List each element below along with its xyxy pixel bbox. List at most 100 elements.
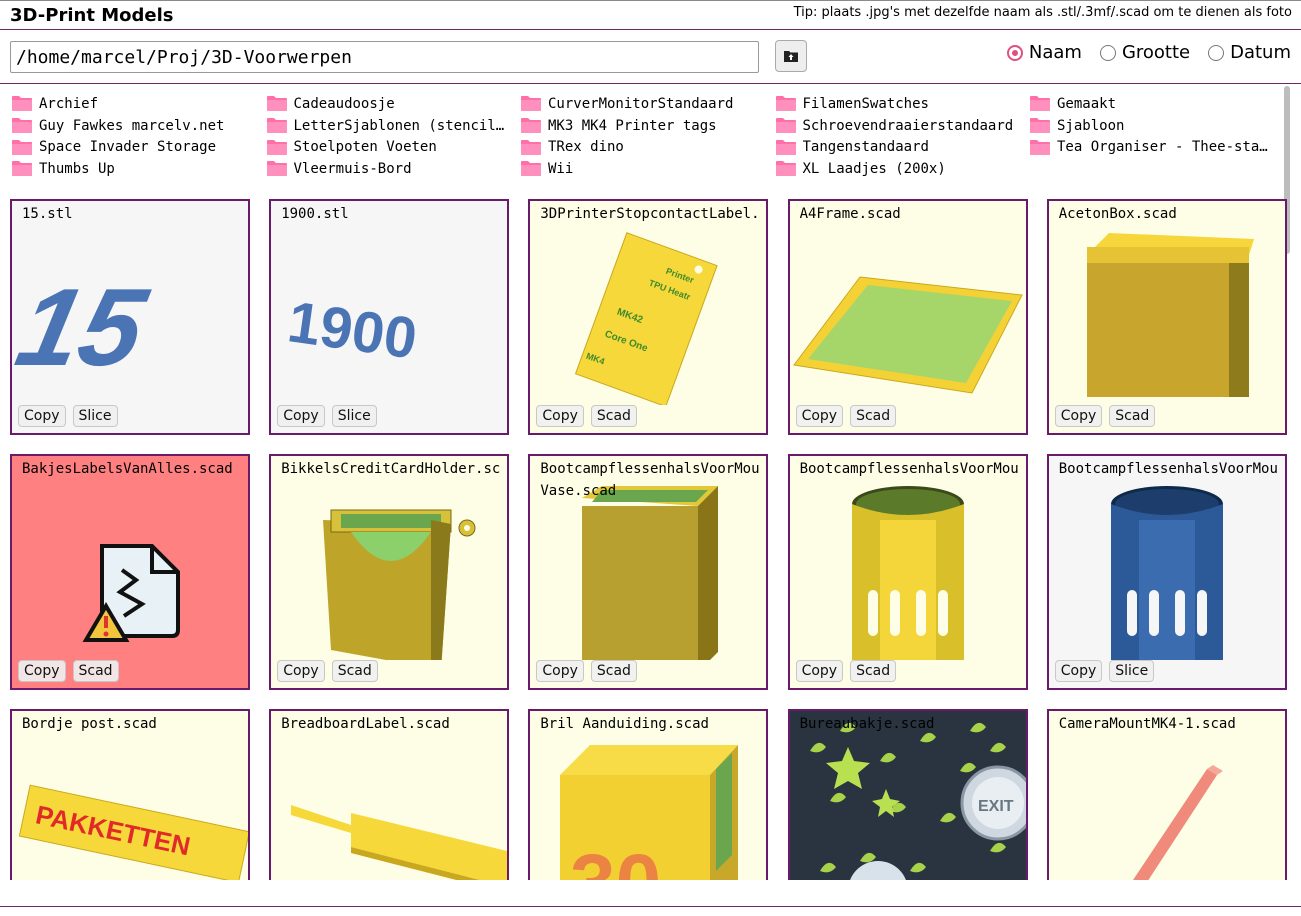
model-card[interactable]: AcetonBox.scad Copy Scad — [1046, 199, 1287, 435]
folder-item[interactable]: CurverMonitorStandaard — [520, 93, 775, 115]
scad-button[interactable]: Scad — [850, 660, 897, 682]
model-card[interactable]: BreadboardLabel.scadCopyScad — [269, 709, 510, 880]
model-filename: AcetonBox.scad — [1058, 206, 1177, 222]
folder-item[interactable]: Schroevendraaierstandaard — [775, 115, 1030, 137]
radio-dot — [1099, 44, 1116, 61]
copy-button[interactable]: Copy — [18, 660, 66, 682]
copy-button[interactable]: Copy — [277, 660, 325, 682]
open-folder-button[interactable] — [775, 40, 807, 72]
model-thumbnail — [790, 480, 1026, 670]
card-actions: Copy Scad — [795, 660, 897, 682]
radio-dot — [1006, 44, 1023, 61]
model-card[interactable]: BikkelsCreditCardHolder.sc Copy Scad — [269, 454, 510, 690]
path-input[interactable] — [10, 41, 759, 73]
model-card[interactable]: BootcampflessenhalsVoorMouVase.scad Copy S… — [528, 454, 769, 690]
folder-item[interactable]: Cadeaudoosje — [266, 93, 521, 115]
folder-item[interactable]: XL Laadjes (200x) — [775, 158, 1030, 180]
card-actions: Copy Scad — [277, 660, 378, 682]
model-thumbnail: 30 — [530, 735, 766, 880]
scad-button[interactable]: Scad — [1109, 405, 1156, 427]
folder-name: Archief — [39, 95, 99, 112]
sort-by-date-radio[interactable]: Datum — [1208, 42, 1291, 63]
model-card[interactable]: 30Bril Aanduiding.scadCopyScad — [528, 709, 769, 880]
scad-button[interactable]: Scad — [72, 660, 119, 682]
model-filename: BikkelsCreditCardHolder.sc — [281, 461, 501, 477]
copy-button[interactable]: Copy — [536, 405, 584, 427]
folder-item[interactable]: Space Invader Storage — [11, 136, 266, 158]
model-thumbnail — [1049, 225, 1285, 405]
model-filename: Bordje post.scad — [22, 716, 157, 732]
model-thumbnail — [1049, 735, 1285, 880]
slice-button[interactable]: Slice — [1109, 660, 1155, 682]
copy-button[interactable]: Copy — [795, 405, 844, 427]
model-thumbnail: 15 — [12, 225, 248, 405]
folder-icon — [266, 139, 287, 155]
model-filename: 1900.stl — [281, 206, 349, 222]
model-thumbnail: PAKKETTEN — [12, 735, 248, 880]
model-filename: BootcampflessenhalsVoorMouVase.scad — [540, 461, 760, 499]
model-card[interactable]: A4Frame.scad Copy Scad — [787, 199, 1028, 435]
scad-button[interactable]: Scad — [590, 660, 637, 682]
slice-button[interactable]: Slice — [72, 405, 118, 427]
folder-item[interactable]: Gemaakt — [1029, 93, 1284, 115]
svg-text:EXIT: EXIT — [978, 798, 1014, 815]
folder-name: Stoelpoten Voeten — [293, 139, 437, 156]
sort-by-name-radio[interactable]: Naam — [1006, 42, 1082, 63]
sort-by-size-radio[interactable]: Grootte — [1099, 42, 1190, 63]
folder-item[interactable]: TRex dino — [520, 136, 775, 158]
folder-item[interactable]: FilamenSwatches — [775, 93, 1030, 115]
model-thumbnail — [1049, 480, 1285, 670]
model-card[interactable]: PAKKETTENBordje post.scadCopyScad — [10, 709, 250, 880]
folder-icon — [1030, 118, 1050, 134]
copy-button[interactable]: Copy — [277, 405, 325, 427]
folder-item[interactable]: Vleermuis-Bord — [266, 158, 521, 180]
folder-icon — [521, 118, 541, 134]
folder-item[interactable]: Tangenstandaard — [775, 136, 1030, 158]
model-filename: A4Frame.scad — [799, 206, 901, 222]
model-card[interactable]: BakjesLabelsVanAlles.scad Copy Scad — [10, 454, 250, 690]
model-thumbnail: EXIT — [789, 711, 1026, 880]
slice-button[interactable]: Slice — [331, 405, 377, 427]
folder-icon — [12, 139, 32, 155]
folder-item[interactable]: MK3 MK4 Printer tags — [520, 115, 775, 137]
folder-name: Gemaakt — [1057, 95, 1117, 112]
copy-button[interactable]: Copy — [795, 660, 844, 682]
scad-button[interactable]: Scad — [590, 405, 637, 427]
model-filename: 3DPrinterStopcontactLabel. — [540, 206, 760, 222]
folder-name: Guy Fawkes marcelv.net — [39, 117, 225, 134]
copy-button[interactable]: Copy — [18, 405, 66, 427]
folder-item[interactable]: Archief — [11, 93, 266, 115]
copy-button[interactable]: Copy — [536, 660, 584, 682]
folder-item[interactable]: Guy Fawkes marcelv.net — [11, 115, 266, 137]
folder-icon — [1030, 96, 1050, 112]
model-card[interactable]: EXITBureaubakje.scadCopyScad — [787, 709, 1028, 880]
scad-button[interactable]: Scad — [850, 405, 897, 427]
copy-button[interactable]: Copy — [1054, 405, 1103, 427]
model-filename: CameraMountMK4-1.scad — [1058, 716, 1236, 732]
copy-button[interactable]: Copy — [1054, 660, 1103, 682]
model-filename: BreadboardLabel.scad — [281, 716, 450, 732]
folder-icon — [521, 96, 541, 112]
folder-item[interactable]: Tea Organiser - Thee-sta… — [1029, 136, 1284, 158]
sort-label: Datum — [1230, 42, 1291, 63]
model-grid: 15 15.stl Copy Slice 1900 1900.stl Copy Slice Pr… — [10, 199, 1287, 880]
folder-item[interactable]: LetterSjablonen (stencil… — [266, 115, 521, 137]
model-card[interactable]: BootcampflessenhalsVoorMou Copy Scad — [787, 454, 1028, 690]
folder-icon — [12, 118, 32, 134]
model-card[interactable]: 15 15.stl Copy Slice — [10, 199, 250, 435]
model-card[interactable]: CameraMountMK4-1.scadCopyScad — [1046, 709, 1287, 880]
folder-icon — [266, 96, 287, 112]
card-actions: Copy Scad — [536, 660, 637, 682]
scad-button[interactable]: Scad — [331, 660, 378, 682]
model-card[interactable]: Printer TPU Heatr MK42 Core One MK4 3DPrinter… — [528, 199, 769, 435]
folder-item[interactable]: Wii — [520, 158, 775, 180]
folder-item[interactable]: Stoelpoten Voeten — [266, 136, 521, 158]
folder-icon — [521, 139, 541, 155]
folder-icon — [775, 118, 796, 134]
model-thumbnail — [790, 225, 1026, 405]
model-filename: 15.stl — [22, 206, 73, 222]
model-card[interactable]: 1900 1900.stl Copy Slice — [269, 199, 510, 435]
folder-item[interactable]: Thumbs Up — [11, 158, 266, 180]
folder-item[interactable]: Sjabloon — [1029, 115, 1284, 137]
model-card[interactable]: BootcampflessenhalsVoorMou Copy Slice — [1046, 454, 1287, 690]
